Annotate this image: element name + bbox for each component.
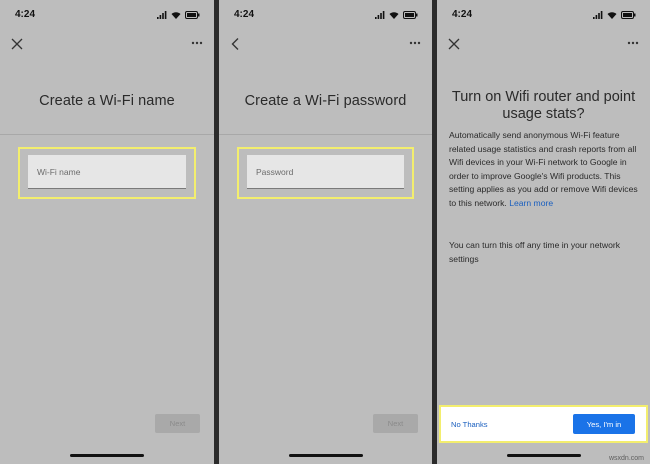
status-time: 4:24 [15, 9, 36, 20]
signal-icon [593, 11, 603, 19]
signal-icon [375, 11, 385, 19]
wifi-icon [389, 12, 399, 19]
more-options-icon[interactable] [409, 41, 421, 45]
password-placeholder: Password [256, 167, 294, 177]
page-title: Create a Wi-Fi password [244, 93, 407, 109]
status-time: 4:24 [452, 9, 473, 20]
battery-icon [403, 11, 418, 19]
wifi-name-placeholder: Wi-Fi name [37, 167, 81, 177]
wifi-name-input[interactable]: Wi-Fi name [28, 155, 186, 189]
close-icon[interactable] [447, 37, 461, 51]
settings-note: You can turn this off any time in your n… [449, 240, 621, 264]
yes-im-in-button[interactable]: Yes, I'm in [573, 414, 635, 434]
status-bar: 4:24 [219, 9, 432, 23]
password-input[interactable]: Password [247, 155, 404, 189]
description-text: Automatically send anonymous Wi-Fi featu… [449, 130, 638, 208]
usage-stats-description: Automatically send anonymous Wi-Fi featu… [449, 129, 638, 211]
close-icon[interactable] [10, 37, 24, 51]
page-title: Turn on Wifi router and point usage stat… [451, 89, 636, 122]
battery-icon [621, 11, 636, 19]
wifi-icon [171, 12, 181, 19]
screen-wifi-password: 4:24 Create a Wi-Fi password Password Ne… [219, 0, 432, 464]
signal-icon [157, 11, 167, 19]
home-indicator [288, 454, 363, 457]
next-button[interactable]: Next [373, 414, 418, 433]
learn-more-link[interactable]: Learn more [509, 198, 553, 208]
back-arrow-icon[interactable] [229, 37, 243, 51]
highlight-box: Password [237, 147, 414, 199]
status-bar: 4:24 [0, 9, 214, 23]
watermark: wsxdn.com [608, 455, 644, 462]
screen-wifi-name: 4:24 Create a Wi-Fi name Wi-Fi name Next [0, 0, 214, 464]
action-bar: No Thanks Yes, I'm in [439, 405, 648, 443]
no-thanks-button[interactable]: No Thanks [451, 420, 488, 429]
home-indicator [506, 454, 581, 457]
page-title: Create a Wi-Fi name [39, 93, 175, 109]
divider [0, 134, 214, 135]
status-bar: 4:24 [437, 9, 650, 23]
next-button[interactable]: Next [155, 414, 200, 433]
home-indicator [70, 454, 144, 457]
highlight-box: Wi-Fi name [18, 147, 196, 199]
screen-usage-stats: 4:24 Turn on Wifi router and point usage… [437, 0, 650, 464]
divider [219, 134, 432, 135]
more-options-icon[interactable] [191, 41, 203, 45]
wifi-icon [607, 12, 617, 19]
status-time: 4:24 [234, 9, 255, 20]
battery-icon [185, 11, 200, 19]
more-options-icon[interactable] [627, 41, 639, 45]
